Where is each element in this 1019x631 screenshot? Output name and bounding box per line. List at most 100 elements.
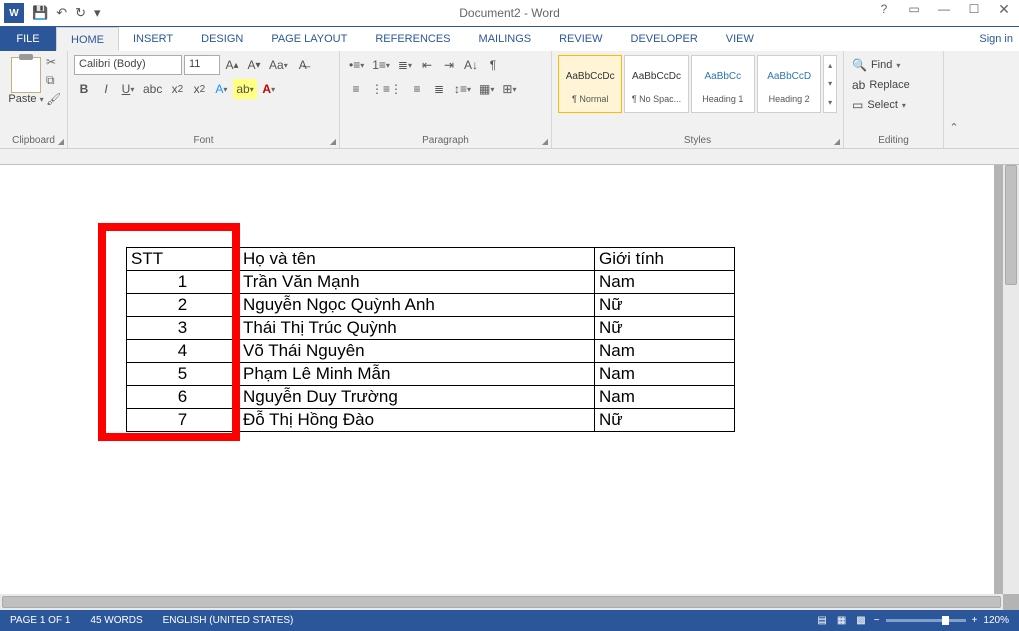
redo-icon[interactable]: ↻: [75, 5, 86, 21]
tab-view[interactable]: VIEW: [712, 27, 768, 51]
text-effects-button[interactable]: A▾: [211, 79, 231, 99]
style--no-spac-[interactable]: AaBbCcDc¶ No Spac...: [624, 55, 688, 113]
sort-button[interactable]: A↓: [461, 55, 481, 75]
table-row[interactable]: 6Nguyễn Duy TrườngNam: [127, 386, 735, 409]
bold-button[interactable]: B: [74, 79, 94, 99]
document-table[interactable]: STTHọ và tênGiới tính1Trần Văn MạnhNam2N…: [126, 247, 735, 432]
style-heading-2[interactable]: AaBbCcDHeading 2: [757, 55, 821, 113]
table-cell[interactable]: Nguyễn Ngọc Quỳnh Anh: [239, 294, 595, 317]
replace-button[interactable]: abReplace: [852, 75, 937, 95]
table-cell[interactable]: Đỗ Thị Hồng Đào: [239, 409, 595, 432]
table-cell[interactable]: Nữ: [595, 409, 735, 432]
table-cell[interactable]: Nam: [595, 363, 735, 386]
paste-button[interactable]: Paste ▾: [6, 55, 46, 105]
tab-design[interactable]: DESIGN: [187, 27, 257, 51]
table-cell[interactable]: Thái Thị Trúc Quỳnh: [239, 317, 595, 340]
table-cell[interactable]: Phạm Lê Minh Mẫn: [239, 363, 595, 386]
table-header-cell[interactable]: Giới tính: [595, 248, 735, 271]
zoom-in-button[interactable]: +: [972, 615, 978, 626]
table-row[interactable]: 4Võ Thái NguyênNam: [127, 340, 735, 363]
vertical-scrollbar[interactable]: [1003, 165, 1019, 594]
select-button[interactable]: ▭Select ▾: [852, 95, 937, 115]
grow-font-button[interactable]: A▴: [222, 55, 242, 75]
table-cell[interactable]: Trần Văn Mạnh: [239, 271, 595, 294]
align-center-button[interactable]: ⋮≡⋮: [368, 79, 405, 99]
cut-icon[interactable]: ✂: [46, 55, 61, 69]
table-cell[interactable]: Nguyễn Duy Trường: [239, 386, 595, 409]
show-marks-button[interactable]: ¶: [483, 55, 503, 75]
table-cell[interactable]: 3: [127, 317, 239, 340]
table-row[interactable]: 2Nguyễn Ngọc Quỳnh AnhNữ: [127, 294, 735, 317]
table-row[interactable]: 3Thái Thị Trúc QuỳnhNữ: [127, 317, 735, 340]
style--normal[interactable]: AaBbCcDc¶ Normal: [558, 55, 622, 113]
font-color-button[interactable]: A▾: [259, 79, 279, 99]
table-cell[interactable]: Võ Thái Nguyên: [239, 340, 595, 363]
clear-formatting-button[interactable]: A̶: [293, 55, 313, 75]
italic-button[interactable]: I: [96, 79, 116, 99]
underline-button[interactable]: U▾: [118, 79, 138, 99]
tab-review[interactable]: REVIEW: [545, 27, 616, 51]
close-button[interactable]: ✕: [989, 0, 1019, 20]
shrink-font-button[interactable]: A▾: [244, 55, 264, 75]
superscript-button[interactable]: x2: [189, 79, 209, 99]
increase-indent-button[interactable]: ⇥: [439, 55, 459, 75]
web-layout-icon[interactable]: ▩: [856, 615, 865, 626]
format-painter-icon[interactable]: 🖌: [46, 92, 61, 106]
find-button[interactable]: 🔍Find ▾: [852, 55, 937, 75]
font-size-combo[interactable]: 11: [184, 55, 220, 75]
tab-mailings[interactable]: MAILINGS: [465, 27, 546, 51]
horizontal-scroll-thumb[interactable]: [2, 596, 1001, 608]
zoom-thumb[interactable]: [942, 616, 949, 625]
status-words[interactable]: 45 WORDS: [80, 615, 152, 626]
copy-icon[interactable]: ⧉: [46, 73, 61, 88]
paragraph-launcher[interactable]: ◢: [542, 137, 548, 146]
table-header-row[interactable]: STTHọ và tênGiới tính: [127, 248, 735, 271]
qat-more-icon[interactable]: ▾: [94, 5, 101, 21]
tab-insert[interactable]: INSERT: [119, 27, 187, 51]
table-row[interactable]: 5Phạm Lê Minh MẫnNam: [127, 363, 735, 386]
table-cell[interactable]: 5: [127, 363, 239, 386]
tab-file[interactable]: FILE: [0, 27, 56, 51]
align-right-button[interactable]: ≡: [407, 79, 427, 99]
strikethrough-button[interactable]: abc: [140, 79, 165, 99]
table-cell[interactable]: 2: [127, 294, 239, 317]
table-cell[interactable]: 7: [127, 409, 239, 432]
save-icon[interactable]: 💾: [32, 5, 48, 21]
bullets-button[interactable]: •≡▾: [346, 55, 367, 75]
zoom-slider[interactable]: [886, 619, 966, 622]
change-case-button[interactable]: Aa▾: [266, 55, 291, 75]
table-cell[interactable]: 1: [127, 271, 239, 294]
table-cell[interactable]: 6: [127, 386, 239, 409]
highlight-button[interactable]: ab▾: [233, 79, 256, 99]
font-name-combo[interactable]: Calibri (Body): [74, 55, 182, 75]
maximize-button[interactable]: ☐: [959, 0, 989, 20]
table-cell[interactable]: Nữ: [595, 317, 735, 340]
help-icon[interactable]: ?: [869, 0, 899, 20]
table-cell[interactable]: 4: [127, 340, 239, 363]
ruler[interactable]: [0, 149, 1019, 165]
status-page[interactable]: PAGE 1 OF 1: [0, 615, 80, 626]
styles-more-button[interactable]: ▴▾▾: [823, 55, 837, 113]
multilevel-list-button[interactable]: ≣▾: [395, 55, 415, 75]
tab-home[interactable]: HOME: [56, 27, 119, 51]
read-mode-icon[interactable]: ▤: [817, 615, 826, 626]
collapse-ribbon-button[interactable]: ⌃: [944, 51, 964, 148]
clipboard-launcher[interactable]: ◢: [58, 137, 64, 146]
zoom-level[interactable]: 120%: [983, 615, 1009, 626]
table-cell[interactable]: Nam: [595, 386, 735, 409]
table-row[interactable]: 7Đỗ Thị Hồng ĐàoNữ: [127, 409, 735, 432]
undo-icon[interactable]: ↶: [56, 5, 67, 21]
table-header-cell[interactable]: Họ và tên: [239, 248, 595, 271]
shading-button[interactable]: ▦▾: [476, 79, 497, 99]
tab-page-layout[interactable]: PAGE LAYOUT: [257, 27, 361, 51]
subscript-button[interactable]: x2: [167, 79, 187, 99]
table-cell[interactable]: Nam: [595, 340, 735, 363]
font-launcher[interactable]: ◢: [330, 137, 336, 146]
borders-button[interactable]: ⊞▾: [499, 79, 519, 99]
print-layout-icon[interactable]: ▦: [837, 615, 846, 626]
numbering-button[interactable]: 1≡▾: [369, 55, 393, 75]
align-left-button[interactable]: ≡: [346, 79, 366, 99]
tab-developer[interactable]: DEVELOPER: [617, 27, 712, 51]
table-header-cell[interactable]: STT: [127, 248, 239, 271]
line-spacing-button[interactable]: ↕≡▾: [451, 79, 474, 99]
